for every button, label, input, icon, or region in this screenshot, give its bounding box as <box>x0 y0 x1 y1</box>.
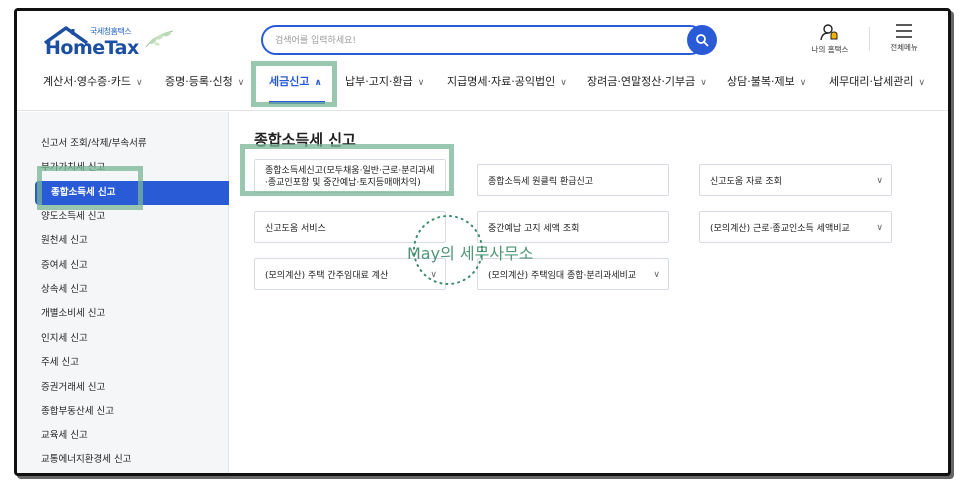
gnb-label: 지급명세·자료·공익법인 <box>447 75 556 88</box>
all-menu-label: 전체메뉴 <box>890 43 918 52</box>
sidebar: 신고서 조회/삭제/부속서류 부가가치세 신고 종합소득세 신고 양도소득세 신… <box>17 112 229 473</box>
my-hometax-label: 나의 홈택스 <box>811 45 849 54</box>
gnb-item-certificate[interactable]: 증명·등록·신청 ∨ <box>165 71 244 111</box>
card-label: (모의계산) 근로·종교인소득 세액비교 <box>710 223 850 234</box>
sidebar-item-liquor[interactable]: 주세 신고 <box>41 353 79 373</box>
search-box[interactable] <box>261 25 717 55</box>
sidebar-item-education[interactable]: 교육세 신고 <box>41 426 88 446</box>
user-bell-icon <box>820 24 838 41</box>
global-nav: 계산서·영수증·카드 ∨ 증명·등록·신청 ∨ 세금신고 ∧ 납부·고지·환급 ∨ 지급… <box>17 71 948 111</box>
sidebar-item-energy[interactable]: 교통에너지환경세 신고 <box>41 450 131 470</box>
chevron-down-icon: ∨ <box>653 270 660 280</box>
highlight-box <box>251 61 337 107</box>
gnb-label: 증명·등록·신청 <box>165 75 233 88</box>
card-label: (모의계산) 주택 간주임대료 계산 <box>265 270 389 281</box>
card-interim-query[interactable]: 중간예납 고지 세액 조회 <box>477 211 669 243</box>
sidebar-item-query[interactable]: 신고서 조회/삭제/부속서류 <box>41 134 147 154</box>
sidebar-item-withholding[interactable]: 원천세 신고 <box>41 231 88 251</box>
gnb-item-invoice[interactable]: 계산서·영수증·카드 ∨ <box>43 71 143 111</box>
utility-divider <box>869 27 870 51</box>
gnb-item-statement[interactable]: 지급명세·자료·공익법인 ∨ <box>447 71 567 111</box>
chevron-down-icon: ∨ <box>237 78 245 88</box>
sidebar-item-income-tax[interactable]: 종합소득세 신고 <box>35 181 229 205</box>
chevron-down-icon: ∨ <box>700 78 707 88</box>
search-button[interactable] <box>687 25 717 55</box>
chevron-down-icon: ∨ <box>417 78 425 88</box>
gnb-label: 장려금·연말정산·기부금 <box>587 75 696 88</box>
gnb-label: 세무대리·납세관리 <box>829 75 914 88</box>
card-compare-sim[interactable]: (모의계산) 근로·종교인소득 세액비교 ∨ <box>699 211 892 243</box>
watermark-text: May의 세무사무소 <box>407 244 534 263</box>
gnb-label: 납부·고지·환급 <box>345 75 413 88</box>
card-label: 신고도움 자료 조회 <box>710 176 782 187</box>
browser-frame: 국세청홈택스 HomeTax 검색어를 입력하세요! 나의 홈택스 전체메뉴 계… <box>14 8 951 476</box>
sidebar-item-gift-tax[interactable]: 증여세 신고 <box>41 256 88 276</box>
header: 국세청홈택스 HomeTax 검색어를 입력하세요! 나의 홈택스 전체메뉴 계… <box>17 11 948 111</box>
sidebar-item-transfer-tax[interactable]: 양도소득세 신고 <box>41 207 105 227</box>
sidebar-item-consumption[interactable]: 개별소비세 신고 <box>41 304 105 324</box>
my-hometax-link[interactable]: 나의 홈택스 <box>807 23 853 55</box>
gnb-item-incentive[interactable]: 장려금·연말정산·기부금 ∨ <box>587 71 707 111</box>
hamburger-menu-icon <box>896 24 912 38</box>
chevron-down-icon: ∨ <box>560 78 567 88</box>
gnb-item-payment[interactable]: 납부·고지·환급 ∨ <box>345 71 424 111</box>
hometax-logo[interactable]: 국세청홈택스 HomeTax <box>43 21 183 59</box>
sidebar-item-securities[interactable]: 증권거래세 신고 <box>41 378 105 398</box>
logo-subtitle: 국세청홈택스 <box>90 27 132 36</box>
card-one-click-refund[interactable]: 종합소득세 원클릭 환급신고 <box>477 164 669 196</box>
leaf-icon <box>145 30 174 48</box>
search-input[interactable] <box>275 32 665 50</box>
logo-text: HomeTax <box>45 37 139 59</box>
main-content: 종합소득세 신고 종합소득세신고(모두채움·일반·근로·분리과세·종교인포함 및… <box>230 112 948 473</box>
gnb-item-consult[interactable]: 상담·불복·제보 ∨ <box>727 71 806 111</box>
chevron-down-icon: ∨ <box>918 78 926 88</box>
sidebar-item-stamp[interactable]: 인지세 신고 <box>41 329 88 349</box>
gnb-item-agent[interactable]: 세무대리·납세관리 ∨ <box>829 71 925 111</box>
gnb-label: 계산서·영수증·카드 <box>43 75 131 88</box>
search-icon <box>696 34 709 47</box>
card-help-data[interactable]: 신고도움 자료 조회 ∨ <box>699 164 892 196</box>
chevron-down-icon: ∨ <box>876 176 883 186</box>
sidebar-item-inheritance[interactable]: 상속세 신고 <box>41 280 88 300</box>
all-menu-button[interactable]: 전체메뉴 <box>881 23 927 53</box>
page-title: 종합소득세 신고 <box>254 131 356 149</box>
sidebar-item-vat[interactable]: 부가가치세 신고 <box>41 158 105 178</box>
chevron-down-icon: ∨ <box>876 223 883 233</box>
chevron-down-icon: ∨ <box>135 78 143 88</box>
gnb-label: 상담·불복·제보 <box>727 75 795 88</box>
card-label: (모의계산) 주택임대 종합·분리과세비교 <box>488 270 637 281</box>
card-income-tax-filing[interactable]: 종합소득세신고(모두채움·일반·근로·분리과세·종교인포함 및 중간예납·토지등… <box>254 159 446 193</box>
chevron-down-icon: ∨ <box>799 78 807 88</box>
sidebar-item-property[interactable]: 종합부동산세 신고 <box>41 402 114 422</box>
